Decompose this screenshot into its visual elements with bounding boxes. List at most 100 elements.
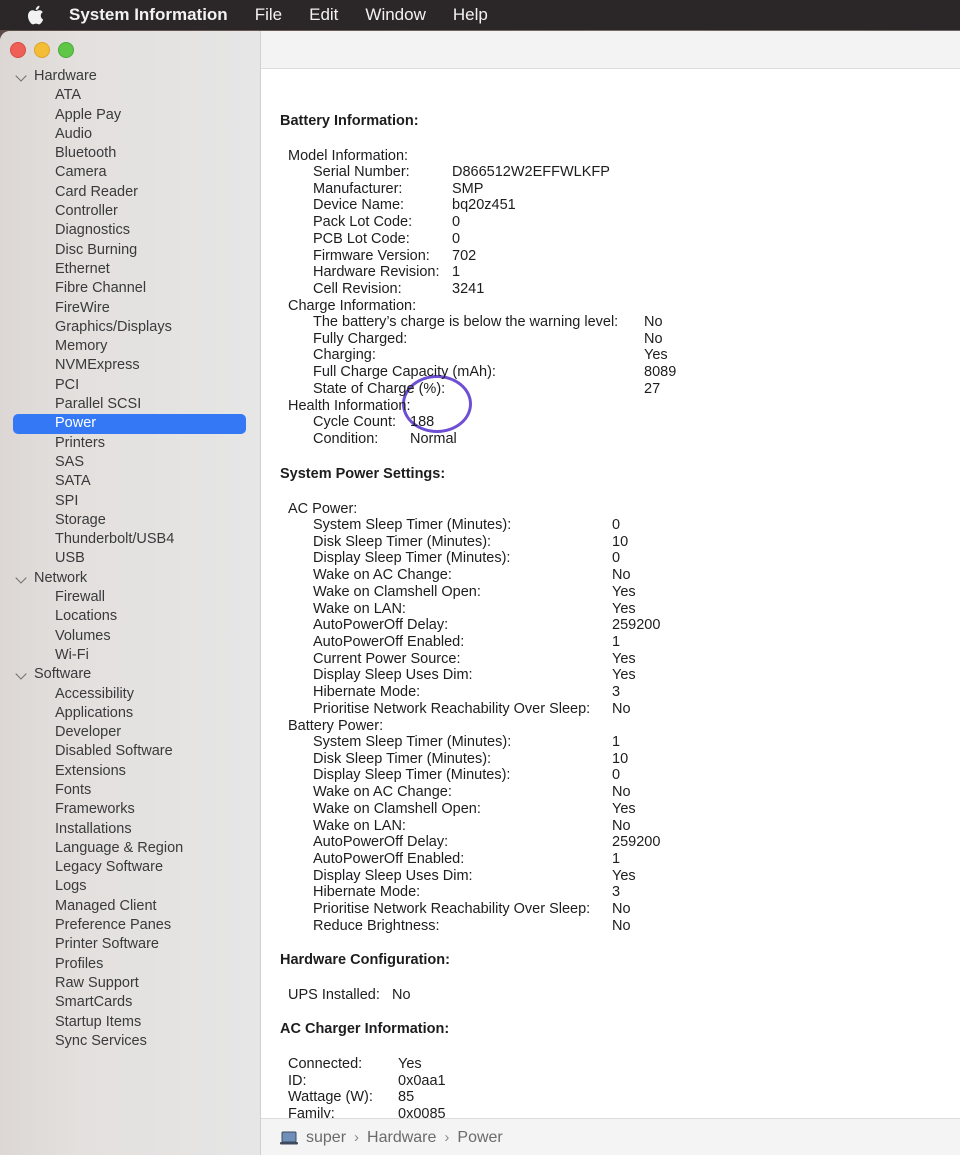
sidebar-item-fibre-channel[interactable]: Fibre Channel	[0, 279, 260, 298]
sidebar-item-printers[interactable]: Printers	[0, 434, 260, 453]
info-label: Pack Lot Code:	[313, 214, 413, 231]
chevron-down-icon[interactable]	[15, 668, 27, 680]
sidebar-item-volumes[interactable]: Volumes	[0, 627, 260, 646]
menu-file[interactable]: File	[255, 5, 282, 25]
info-value: 10	[612, 750, 629, 767]
info-label: Device Name:	[313, 197, 405, 214]
sidebar-item-raw-support[interactable]: Raw Support	[0, 974, 260, 993]
sidebar-group-hardware[interactable]: Hardware	[0, 67, 260, 86]
info-label: State of Charge (%):	[313, 380, 446, 397]
sidebar-item-apple-pay[interactable]: Apple Pay	[0, 106, 260, 125]
sidebar-group-software[interactable]: Software	[0, 665, 260, 684]
info-value: 3	[612, 684, 621, 700]
section-heading-hardware-config: Hardware Configuration:	[280, 952, 450, 968]
sidebar-item-installations[interactable]: Installations	[0, 820, 260, 839]
sidebar-item-logs[interactable]: Logs	[0, 877, 260, 896]
sidebar-item-audio[interactable]: Audio	[0, 125, 260, 144]
sidebar-item-sata[interactable]: SATA	[0, 472, 260, 491]
path-item-computer[interactable]: super	[306, 1129, 346, 1147]
sidebar: Hardware ATA Apple Pay Audio Bluetooth Camera…	[0, 31, 261, 1155]
info-value: No	[612, 700, 631, 717]
sidebar-item-disabled-software[interactable]: Disabled Software	[0, 742, 260, 761]
info-value: SMP	[452, 180, 484, 197]
info-label: Wake on AC Change:	[313, 567, 452, 584]
sidebar-item-disc-burning[interactable]: Disc Burning	[0, 241, 260, 260]
sidebar-item-ata[interactable]: ATA	[0, 86, 260, 105]
sidebar-item-frameworks[interactable]: Frameworks	[0, 800, 260, 819]
sidebar-item-firewall[interactable]: Firewall	[0, 588, 260, 607]
info-label: Wake on AC Change:	[313, 784, 452, 801]
sidebar-item-memory[interactable]: Memory	[0, 337, 260, 356]
info-value: 3241	[452, 280, 485, 297]
info-value: bq20z451	[452, 197, 516, 214]
sidebar-item-camera[interactable]: Camera	[0, 163, 260, 182]
sidebar-item-diagnostics[interactable]: Diagnostics	[0, 221, 260, 240]
info-value: 259200	[612, 834, 661, 851]
path-separator: ›	[354, 1129, 360, 1146]
app-menu[interactable]: System Information	[69, 5, 228, 25]
sidebar-item-bluetooth[interactable]: Bluetooth	[0, 144, 260, 163]
sidebar-item-spi[interactable]: SPI	[0, 492, 260, 511]
info-label: Current Power Source:	[313, 650, 461, 667]
sidebar-item-thunderbolt-usb4[interactable]: Thunderbolt/USB4	[0, 530, 260, 549]
sidebar-item-usb[interactable]: USB	[0, 549, 260, 568]
zoom-window-button[interactable]	[58, 42, 74, 58]
info-value: 27	[644, 380, 661, 397]
info-label: Wake on Clamshell Open:	[313, 800, 481, 817]
info-label: Serial Number:	[313, 164, 410, 180]
menu-help[interactable]: Help	[453, 5, 488, 25]
sidebar-item-language-region[interactable]: Language & Region	[0, 839, 260, 858]
sidebar-item-card-reader[interactable]: Card Reader	[0, 183, 260, 202]
menu-edit[interactable]: Edit	[309, 5, 338, 25]
close-window-button[interactable]	[10, 42, 26, 58]
info-value: Yes	[612, 800, 636, 817]
sidebar-item-fonts[interactable]: Fonts	[0, 781, 260, 800]
info-value: Yes	[612, 867, 636, 884]
sidebar-item-legacy-software[interactable]: Legacy Software	[0, 858, 260, 877]
chevron-down-icon[interactable]	[15, 70, 27, 82]
info-label: ID:	[288, 1072, 307, 1089]
info-value: No	[392, 987, 411, 1003]
info-value: 702	[452, 247, 477, 264]
path-item-hardware[interactable]: Hardware	[367, 1129, 436, 1147]
sidebar-item-controller[interactable]: Controller	[0, 202, 260, 221]
info-label: Hibernate Mode:	[313, 884, 421, 901]
minimize-window-button[interactable]	[34, 42, 50, 58]
apple-logo-icon[interactable]	[25, 4, 45, 26]
sidebar-item-wi-fi[interactable]: Wi-Fi	[0, 646, 260, 665]
sidebar-item-sas[interactable]: SAS	[0, 453, 260, 472]
sidebar-item-extensions[interactable]: Extensions	[0, 762, 260, 781]
subsection-heading: AC Power:	[288, 501, 358, 517]
sidebar-item-graphics-displays[interactable]: Graphics/Displays	[0, 318, 260, 337]
sidebar-item-nvmexpress[interactable]: NVMExpress	[0, 356, 260, 375]
path-bar: super › Hardware › Power	[261, 1118, 960, 1155]
sidebar-item-storage[interactable]: Storage	[0, 511, 260, 530]
info-label: Hardware Revision:	[313, 264, 440, 281]
sidebar-item-printer-software[interactable]: Printer Software	[0, 935, 260, 954]
sidebar-item-startup-items[interactable]: Startup Items	[0, 1013, 260, 1032]
path-item-power[interactable]: Power	[457, 1129, 502, 1147]
sidebar-item-smartcards[interactable]: SmartCards	[0, 993, 260, 1012]
menu-window[interactable]: Window	[365, 5, 425, 25]
sidebar-item-power[interactable]: Power	[13, 414, 246, 434]
sidebar-item-sync-services[interactable]: Sync Services	[0, 1032, 260, 1051]
subsection-heading: Health Information:	[288, 398, 411, 414]
sidebar-group-network[interactable]: Network	[0, 569, 260, 588]
info-value: 0	[612, 517, 621, 533]
sidebar-item-ethernet[interactable]: Ethernet	[0, 260, 260, 279]
sidebar-item-profiles[interactable]: Profiles	[0, 955, 260, 974]
info-value: Yes	[398, 1056, 422, 1072]
info-label: Condition:	[313, 430, 379, 447]
sidebar-item-applications[interactable]: Applications	[0, 704, 260, 723]
sidebar-item-locations[interactable]: Locations	[0, 607, 260, 626]
sidebar-item-parallel-scsi[interactable]: Parallel SCSI	[0, 395, 260, 414]
chevron-down-icon[interactable]	[15, 572, 27, 584]
sidebar-item-preference-panes[interactable]: Preference Panes	[0, 916, 260, 935]
info-value: 8089	[644, 364, 677, 381]
sidebar-item-pci[interactable]: PCI	[0, 376, 260, 395]
info-label: UPS Installed:	[288, 987, 380, 1003]
sidebar-item-accessibility[interactable]: Accessibility	[0, 685, 260, 704]
sidebar-item-managed-client[interactable]: Managed Client	[0, 897, 260, 916]
sidebar-item-developer[interactable]: Developer	[0, 723, 260, 742]
sidebar-item-firewire[interactable]: FireWire	[0, 299, 260, 318]
